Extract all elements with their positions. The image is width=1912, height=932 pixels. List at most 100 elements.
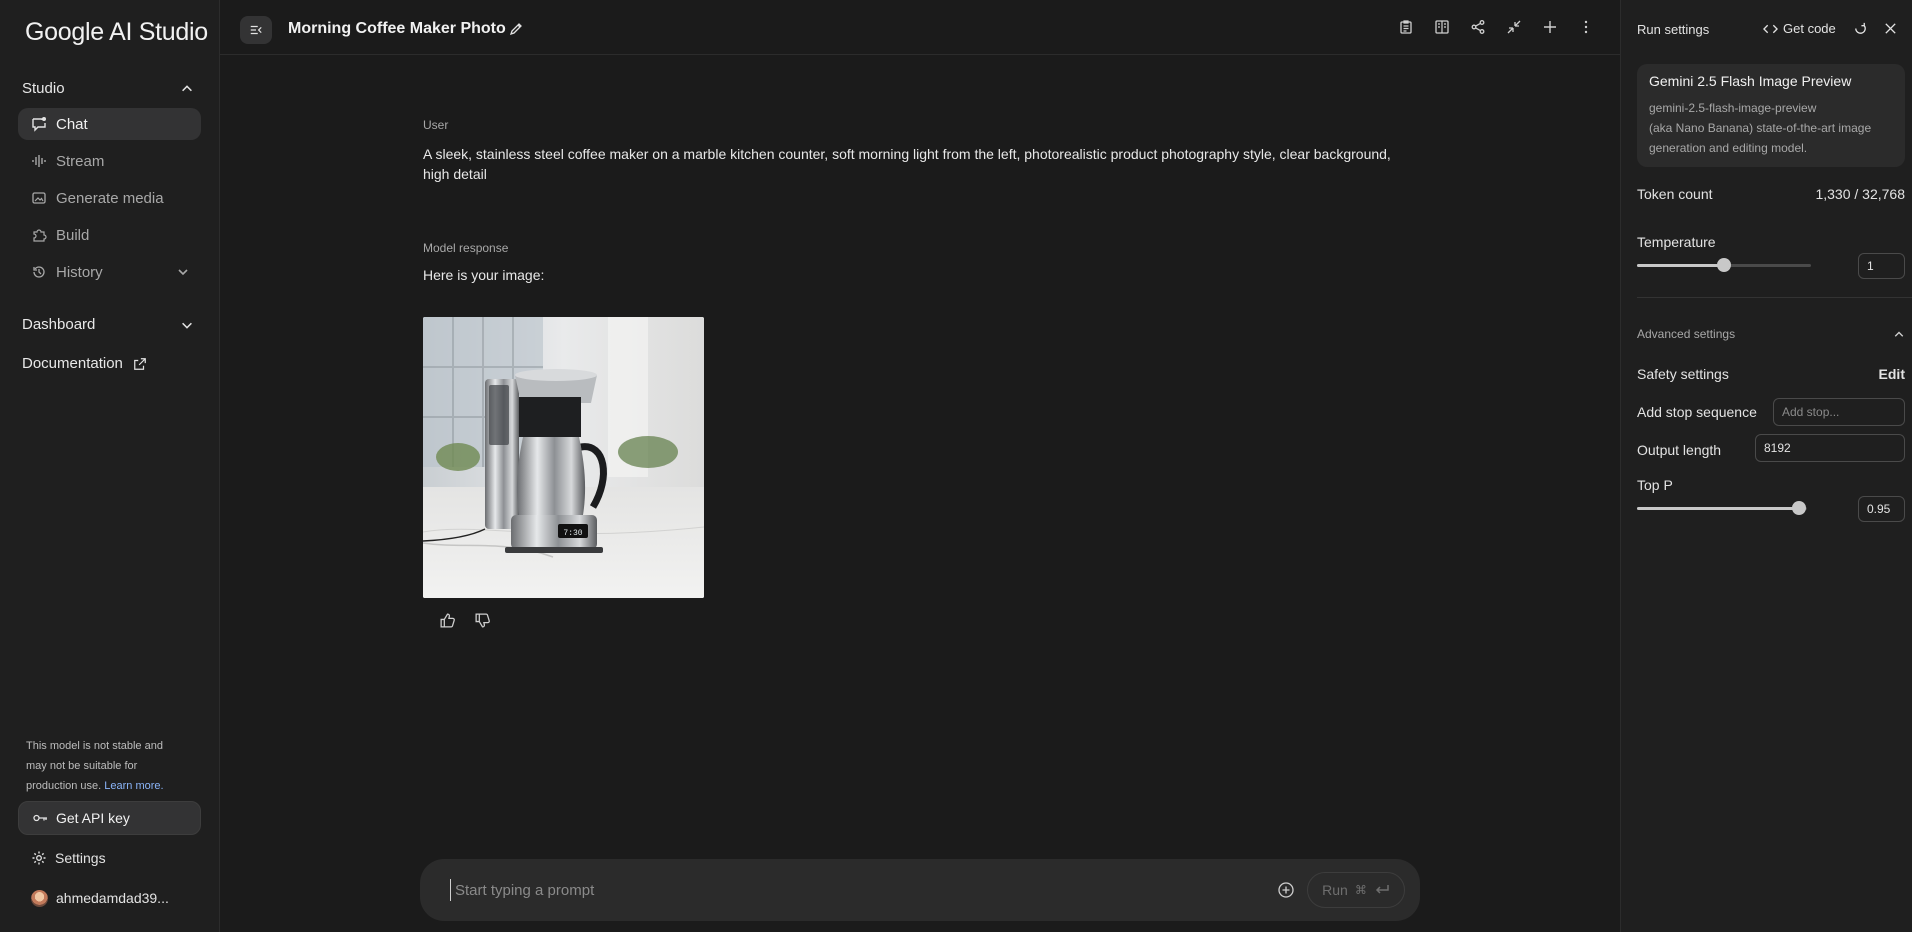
compress-icon	[1507, 20, 1521, 34]
history-icon	[33, 266, 45, 278]
model-name: Gemini 2.5 Flash Image Preview	[1649, 73, 1852, 89]
app-logo[interactable]: Google AI Studio	[25, 18, 208, 47]
output-length-input[interactable]	[1755, 434, 1905, 462]
coffee-maker-image: 7:30	[423, 317, 704, 598]
get-code-label: Get code	[1783, 21, 1836, 36]
enter-key-icon	[1375, 885, 1389, 894]
thumbs-up-icon[interactable]	[439, 612, 456, 629]
close-icon[interactable]	[1883, 21, 1898, 36]
media-icon	[32, 192, 46, 204]
temperature-slider[interactable]	[1637, 258, 1811, 272]
model-response-text: Here is your image:	[423, 267, 545, 283]
reset-icon[interactable]	[1853, 21, 1868, 36]
top-toolbar	[1398, 19, 1594, 35]
chevron-up-icon	[182, 84, 192, 91]
avatar	[31, 889, 48, 907]
temperature-input[interactable]: 1	[1858, 253, 1905, 279]
clipboard-icon	[1400, 20, 1412, 34]
chevron-up-icon	[1894, 331, 1904, 337]
app-root: Google AI Studio Studio Chat Stream Gene…	[0, 0, 1912, 932]
user-role-label: User	[423, 118, 449, 132]
safety-settings-row: Safety settings Edit	[1637, 366, 1905, 382]
studio-section-toggle[interactable]: Studio	[22, 80, 194, 97]
compare-button[interactable]	[1434, 19, 1450, 35]
documentation-link[interactable]: Documentation	[22, 355, 147, 372]
chat-icon	[32, 117, 46, 132]
temperature-slider-handle[interactable]	[1717, 258, 1731, 272]
top-bar: Morning Coffee Maker Photo	[220, 0, 1620, 55]
token-count-row: Token count 1,330 / 32,768	[1637, 186, 1905, 202]
settings-label: Settings	[55, 850, 106, 866]
chat-thread: User A sleek, stainless steel coffee mak…	[423, 118, 1413, 629]
sidebar-item-label: Chat	[56, 115, 88, 133]
sidebar-item-label: Build	[56, 226, 90, 244]
run-settings-panel: Run settings Get code Gemini 2.5 Flash I…	[1620, 0, 1912, 932]
gear-icon	[32, 851, 46, 865]
token-count-value: 1,330 / 32,768	[1815, 186, 1905, 202]
key-icon	[33, 814, 47, 822]
chevron-down-icon	[182, 322, 192, 329]
dashboard-label: Dashboard	[22, 316, 96, 333]
share-button[interactable]	[1470, 19, 1486, 35]
compare-icon	[1435, 20, 1449, 34]
sidebar-item-history[interactable]: History	[18, 256, 201, 288]
output-length-label: Output length	[1637, 442, 1722, 458]
studio-label: Studio	[22, 80, 65, 97]
more-options-button[interactable]	[1578, 19, 1594, 35]
model-selector[interactable]: Gemini 2.5 Flash Image Preview gemini-2.…	[1637, 64, 1905, 167]
main-panel: Morning Coffee Maker Photo User A sleek,…	[220, 0, 1620, 932]
add-media-icon[interactable]	[1277, 881, 1295, 899]
advanced-settings-toggle[interactable]: Advanced settings	[1637, 327, 1905, 341]
new-chat-button[interactable]	[1542, 19, 1558, 35]
get-code-button[interactable]: Get code	[1763, 21, 1836, 36]
build-icon	[33, 229, 47, 242]
top-p-row: Top P	[1637, 477, 1905, 493]
dashboard-section-toggle[interactable]: Dashboard	[22, 316, 194, 333]
sidebar-item-chat[interactable]: Chat	[18, 108, 201, 140]
top-p-slider-handle[interactable]	[1791, 501, 1806, 515]
compress-button[interactable]	[1506, 19, 1522, 35]
user-account-button[interactable]: ahmedamdad39...	[18, 882, 201, 914]
run-label: Run	[1322, 882, 1348, 898]
model-warning: This model is not stable and may not be …	[26, 736, 186, 796]
sidebar-item-generate-media[interactable]: Generate media	[18, 182, 201, 214]
model-id: gemini-2.5-flash-image-preview	[1649, 101, 1817, 115]
sidebar-item-label: Generate media	[56, 189, 164, 207]
top-p-input[interactable]: 0.95	[1858, 496, 1905, 522]
display-readout: 7:30	[563, 529, 582, 538]
clipboard-button[interactable]	[1398, 19, 1414, 35]
user-name: ahmedamdad39...	[56, 890, 169, 906]
toggle-sidebar-button[interactable]	[240, 16, 272, 44]
code-icon	[1763, 24, 1778, 33]
user-prompt-text: A sleek, stainless steel coffee maker on…	[423, 146, 1391, 182]
model-description: (aka Nano Banana) state-of-the-art image…	[1649, 121, 1872, 155]
temperature-slider-fill	[1637, 264, 1724, 267]
sidebar-item-build[interactable]: Build	[18, 219, 201, 251]
top-p-slider-fill	[1637, 507, 1799, 510]
stop-sequence-input[interactable]	[1773, 398, 1905, 426]
section-divider	[1637, 297, 1912, 298]
generated-image[interactable]: 7:30	[423, 317, 704, 598]
prompt-input[interactable]	[450, 879, 1270, 901]
token-count-label: Token count	[1637, 186, 1713, 202]
get-api-key-button[interactable]: Get API key	[18, 801, 201, 835]
pencil-icon[interactable]	[508, 21, 524, 37]
run-button[interactable]: Run ⌘	[1307, 872, 1405, 908]
external-link-icon	[134, 357, 146, 370]
thumbs-down-icon[interactable]	[474, 612, 491, 629]
sidebar-item-label: Stream	[56, 152, 105, 170]
page-title[interactable]: Morning Coffee Maker Photo	[288, 20, 506, 38]
top-p-slider[interactable]	[1637, 501, 1807, 515]
safety-edit-button[interactable]: Edit	[1879, 366, 1905, 382]
left-sidebar: Google AI Studio Studio Chat Stream Gene…	[0, 0, 220, 932]
learn-more-link[interactable]: Learn more.	[104, 780, 163, 792]
stream-icon	[32, 155, 46, 167]
collapse-menu-icon	[250, 25, 262, 35]
settings-button[interactable]: Settings	[18, 842, 201, 874]
sidebar-item-label: History	[56, 263, 103, 281]
more-vertical-icon	[1584, 20, 1588, 34]
model-role-label: Model response	[423, 241, 509, 255]
sidebar-item-stream[interactable]: Stream	[18, 145, 201, 177]
temperature-label: Temperature	[1637, 234, 1716, 250]
top-p-label: Top P	[1637, 477, 1673, 493]
